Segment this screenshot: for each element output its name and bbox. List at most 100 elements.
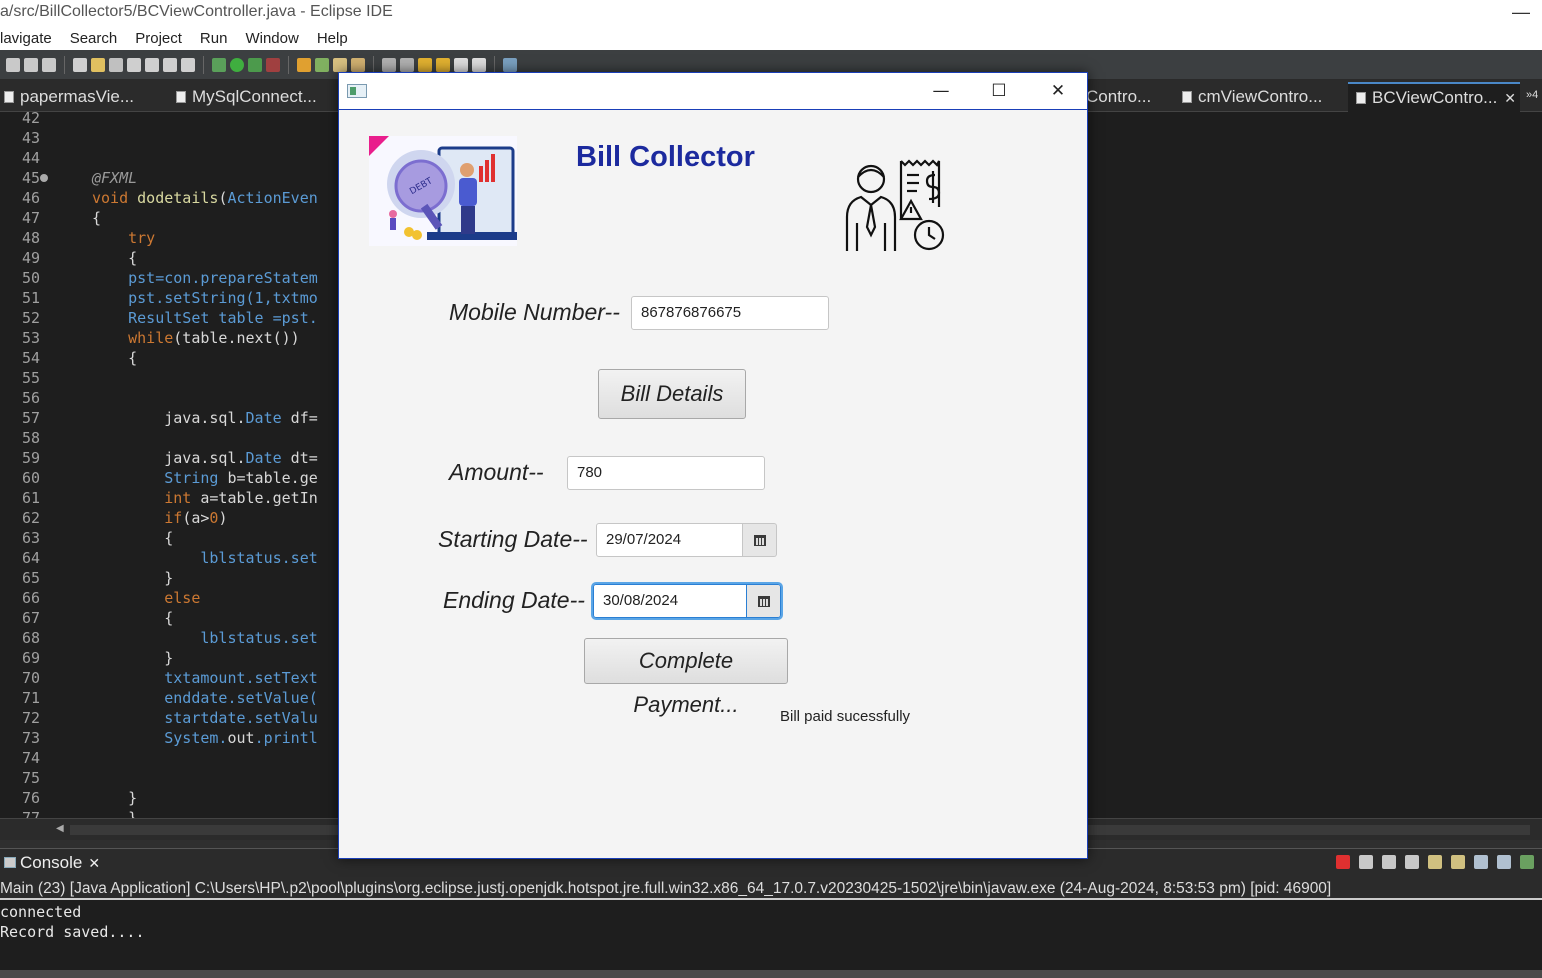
- word-wrap-icon[interactable]: [1451, 855, 1465, 869]
- wizard-icon[interactable]: [91, 57, 105, 72]
- starting-date-calendar-button[interactable]: [743, 523, 777, 557]
- mobile-number-input[interactable]: 867876876675: [631, 296, 829, 330]
- close-tab-icon[interactable]: ✕: [1504, 84, 1516, 112]
- coverage-icon[interactable]: [248, 57, 262, 72]
- ending-date-input[interactable]: 30/08/2024: [593, 584, 747, 618]
- line-number: 74: [21, 749, 40, 767]
- code-text: System.out.printl: [92, 728, 318, 748]
- code-token: lblstatus.set: [92, 549, 318, 567]
- code-text: int a=table.getIn: [92, 488, 318, 508]
- code-token: {: [92, 609, 174, 627]
- annotation-prev-icon[interactable]: [400, 57, 414, 72]
- tab-cmviewcontroller[interactable]: cmViewContro...: [1182, 86, 1322, 110]
- close-icon[interactable]: ✕: [1042, 79, 1074, 103]
- menu-project[interactable]: Project: [135, 30, 182, 47]
- step-over-icon[interactable]: [6, 57, 20, 72]
- scroll-left-icon[interactable]: ◀: [56, 823, 64, 834]
- terminate-icon[interactable]: [1336, 855, 1350, 869]
- perspective-icon[interactable]: [503, 57, 517, 72]
- new-icon[interactable]: [73, 57, 87, 72]
- annotation-next-icon[interactable]: [382, 57, 396, 72]
- forward-edit-icon[interactable]: [436, 57, 450, 72]
- console-output[interactable]: connected Record saved....: [0, 900, 1542, 970]
- new-class-icon[interactable]: [315, 57, 329, 72]
- tab-mysqlconnect[interactable]: MySqlConnect...: [176, 86, 317, 110]
- bill-details-button[interactable]: Bill Details: [598, 369, 746, 419]
- pen-icon[interactable]: [127, 57, 141, 72]
- code-token: (table.next()): [173, 329, 300, 347]
- open-console-icon[interactable]: [1520, 855, 1534, 869]
- java-file-icon: [4, 91, 14, 103]
- tab-papermasview[interactable]: papermasVie...: [4, 86, 134, 110]
- forward-arrow-icon[interactable]: [472, 57, 486, 72]
- line-number: 56: [21, 389, 40, 407]
- ending-date-calendar-button[interactable]: [747, 584, 781, 618]
- code-text: else: [92, 588, 200, 608]
- minimize-icon[interactable]: —: [1512, 0, 1530, 24]
- tab-controller[interactable]: Contro...: [1086, 86, 1151, 110]
- line-number: 64: [21, 549, 40, 567]
- menu-run[interactable]: Run: [200, 30, 228, 47]
- complete-payment-button[interactable]: Complete Payment...: [584, 638, 788, 717]
- comment-icon[interactable]: [109, 57, 123, 72]
- code-text: lblstatus.set: [92, 628, 318, 648]
- table-icon[interactable]: [163, 57, 177, 72]
- scroll-lock-icon[interactable]: [1428, 855, 1442, 869]
- line-number: 54: [21, 349, 40, 367]
- code-token: int: [164, 489, 192, 507]
- tab-overflow[interactable]: »4: [1526, 84, 1538, 108]
- external-tools-icon[interactable]: [266, 57, 280, 72]
- display-console-icon[interactable]: [1497, 855, 1511, 869]
- dialog-title-bar[interactable]: — ☐ ✕: [339, 73, 1087, 110]
- line-number: 73: [21, 729, 40, 747]
- code-text: @FXML: [92, 168, 137, 188]
- code-token: {: [92, 249, 138, 267]
- line-number: 55: [21, 369, 40, 387]
- code-token: ActionEven: [227, 189, 318, 207]
- drop-to-frame-icon[interactable]: [42, 57, 56, 72]
- code-text: pst.setString(1,txtmo: [92, 288, 318, 308]
- open-type-icon[interactable]: [333, 57, 347, 72]
- remove-launch-icon[interactable]: [1359, 855, 1373, 869]
- remove-all-icon[interactable]: [1382, 855, 1396, 869]
- code-token: startdate.setValu: [92, 709, 318, 727]
- back-arrow-icon[interactable]: [454, 57, 468, 72]
- starting-date-input[interactable]: 29/07/2024: [596, 523, 743, 557]
- code-token: dt=: [281, 449, 318, 467]
- last-edit-icon[interactable]: [418, 57, 432, 72]
- pilcrow-icon[interactable]: [181, 57, 195, 72]
- debt-illustration: DEBT: [369, 136, 517, 240]
- run-icon[interactable]: [230, 57, 244, 72]
- calendar-icon: [753, 534, 766, 546]
- search-tool-icon[interactable]: [351, 57, 365, 72]
- line-number: 69: [21, 649, 40, 667]
- new-java-project-icon[interactable]: [297, 57, 311, 72]
- line-number: 76: [21, 789, 40, 807]
- pin-console-icon[interactable]: [1474, 855, 1488, 869]
- minimize-icon[interactable]: —: [925, 79, 957, 103]
- menu-navigate[interactable]: lavigate: [0, 30, 52, 47]
- code-token: lblstatus.set: [92, 629, 318, 647]
- line-number: 75: [21, 769, 40, 787]
- console-tab[interactable]: Console ✕: [4, 853, 100, 873]
- close-console-icon[interactable]: ✕: [88, 855, 100, 871]
- menu-bar: lavigate Search Project Run Window Help: [0, 26, 1542, 50]
- tab-bcviewcontroller[interactable]: BCViewContro... ✕: [1348, 82, 1520, 112]
- code-token: if: [164, 509, 183, 527]
- console-icon: [4, 857, 16, 868]
- debug-icon[interactable]: [212, 57, 226, 72]
- edit-icon[interactable]: [145, 57, 159, 72]
- eclipse-title-bar: a/src/BillCollector5/BCViewController.ja…: [0, 0, 1542, 26]
- menu-help[interactable]: Help: [317, 30, 348, 47]
- calendar-icon: [757, 595, 770, 607]
- line-number: 52: [21, 309, 40, 327]
- menu-search[interactable]: Search: [70, 30, 118, 47]
- amount-input[interactable]: 780: [567, 456, 765, 490]
- clear-console-icon[interactable]: [1405, 855, 1419, 869]
- starting-date-label: Starting Date--: [438, 526, 588, 552]
- step-return-icon[interactable]: [24, 57, 38, 72]
- fold-marker-icon[interactable]: [40, 174, 48, 182]
- maximize-icon[interactable]: ☐: [983, 79, 1015, 103]
- menu-window[interactable]: Window: [245, 30, 298, 47]
